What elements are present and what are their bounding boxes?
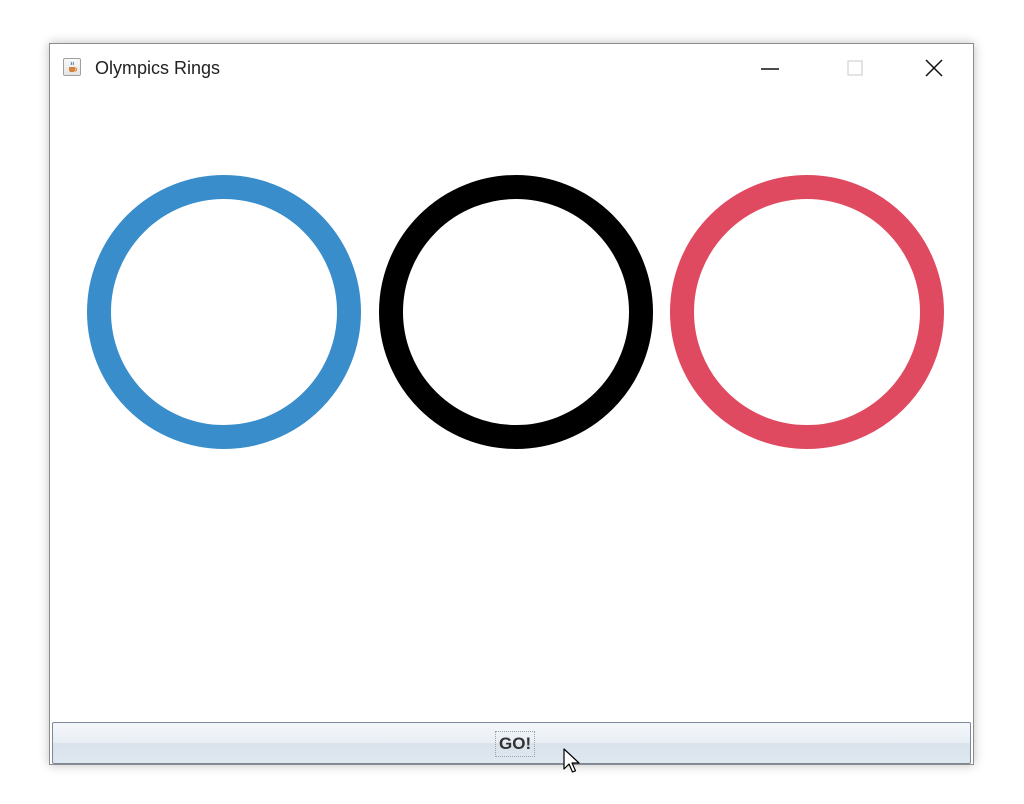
go-button-label: GO!	[495, 731, 536, 757]
app-window: Olympics Rings GO!	[49, 43, 974, 765]
arrow-cursor-icon	[563, 748, 580, 773]
red-ring	[670, 175, 944, 449]
minimize-icon	[761, 68, 779, 70]
blue-ring	[87, 175, 361, 449]
java-cup-icon	[63, 58, 81, 76]
black-ring	[379, 175, 653, 449]
go-button[interactable]: GO!	[52, 722, 971, 764]
close-icon	[925, 59, 943, 77]
window-title: Olympics Rings	[95, 58, 221, 78]
rings-canvas	[87, 175, 944, 449]
title-bar[interactable]: Olympics Rings	[50, 44, 973, 94]
close-button[interactable]	[897, 44, 975, 94]
maximize-button[interactable]	[819, 44, 897, 94]
minimize-button[interactable]	[741, 44, 819, 94]
maximize-icon	[847, 60, 863, 76]
